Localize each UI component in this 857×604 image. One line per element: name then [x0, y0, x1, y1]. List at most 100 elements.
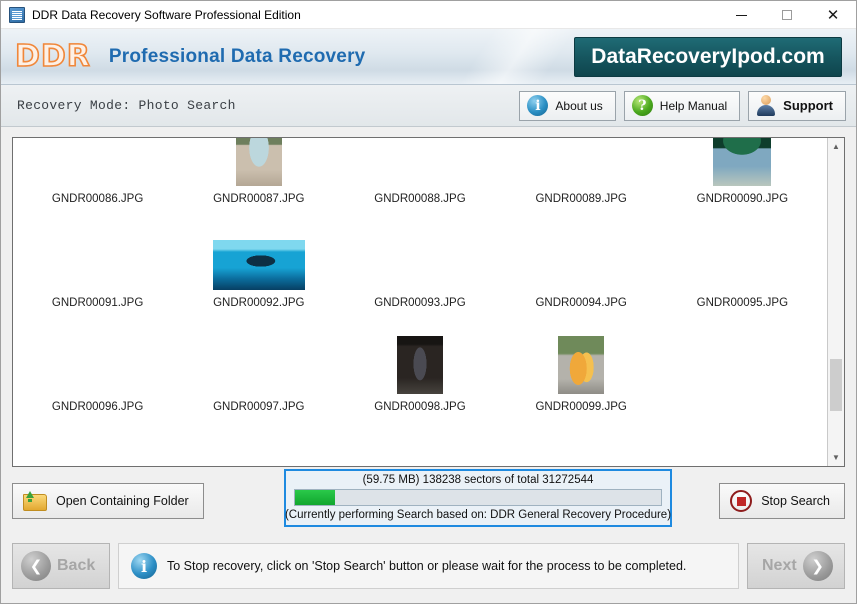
progress-sectors-label: (59.75 MB) 138238 sectors of total 31272… — [362, 474, 594, 486]
file-name: GNDR00099.JPG — [535, 401, 627, 413]
info-icon: i — [131, 553, 157, 579]
search-progress-panel: (59.75 MB) 138238 sectors of total 31272… — [284, 469, 672, 527]
thumbnail-image — [69, 336, 127, 394]
list-item[interactable]: GNDR00090.JPG — [662, 138, 823, 208]
thumbnail-image — [558, 336, 605, 394]
thumbnail-image — [212, 240, 305, 290]
next-button[interactable]: Next ❯ — [747, 543, 845, 589]
stop-icon — [730, 490, 753, 512]
thumbnail-image — [396, 336, 443, 394]
thumbnail-image — [535, 240, 627, 290]
toolbar-buttons: i About us ? Help Manual Support — [519, 90, 846, 121]
chevron-right-icon: ❯ — [802, 551, 833, 581]
list-item[interactable]: GNDR00088.JPG — [339, 138, 500, 208]
support-button[interactable]: Support — [748, 90, 846, 121]
scroll-up-button[interactable]: ▲ — [828, 138, 844, 155]
website-badge[interactable]: DataRecoveryIpod.com — [574, 37, 842, 77]
back-button[interactable]: ❮ Back — [12, 543, 110, 589]
file-name: GNDR00092.JPG — [213, 297, 305, 309]
folder-icon — [23, 491, 47, 511]
list-item[interactable]: GNDR00087.JPG — [178, 138, 339, 208]
thumbnail-image — [374, 240, 466, 290]
chevron-left-icon: ❮ — [21, 551, 51, 581]
file-name: GNDR00097.JPG — [213, 401, 305, 413]
file-name: GNDR00089.JPG — [535, 193, 627, 205]
thumbnail-image — [52, 138, 144, 186]
list-item[interactable]: GNDR00094.JPG — [501, 208, 662, 312]
file-name: GNDR00096.JPG — [51, 401, 144, 413]
maximize-icon — [782, 10, 792, 20]
footer-navigation: ❮ Back i To Stop recovery, click on 'Sto… — [1, 539, 856, 603]
minimize-button[interactable] — [718, 1, 764, 29]
file-name: GNDR00087.JPG — [213, 193, 305, 205]
about-us-label: About us — [555, 98, 603, 113]
action-row: Open Containing Folder (59.75 MB) 138238… — [12, 467, 845, 529]
file-name: GNDR00094.JPG — [535, 297, 627, 309]
scroll-down-button[interactable]: ▼ — [828, 449, 844, 466]
file-name: GNDR00093.JPG — [374, 297, 466, 309]
stop-search-label: Stop Search — [761, 494, 830, 508]
thumbnail-image — [696, 240, 788, 290]
next-label: Next — [762, 557, 797, 574]
app-icon — [9, 6, 25, 23]
about-us-button[interactable]: i About us — [519, 90, 616, 121]
close-icon: ✕ — [826, 5, 840, 24]
list-item[interactable]: GNDR00098.JPG — [339, 312, 500, 416]
title-bar: DDR Data Recovery Software Professional … — [1, 1, 856, 29]
person-icon — [756, 95, 776, 116]
window-controls: ✕ — [718, 1, 856, 29]
brand-header: DDR Professional Data Recovery DataRecov… — [1, 29, 856, 85]
file-name: GNDR00091.JPG — [51, 297, 144, 309]
file-name: GNDR00098.JPG — [374, 401, 466, 413]
window-title: DDR Data Recovery Software Professional … — [32, 7, 301, 22]
progress-bar-fill — [295, 490, 336, 505]
list-item[interactable]: GNDR00089.JPG — [501, 138, 662, 208]
close-button[interactable]: ✕ — [810, 1, 856, 29]
list-item[interactable]: GNDR00097.JPG — [178, 312, 339, 416]
stop-search-wrap: Stop Search — [719, 483, 845, 519]
help-manual-label: Help Manual — [659, 98, 728, 113]
thumbnail-image — [69, 232, 127, 290]
list-item[interactable]: GNDR00093.JPG — [339, 208, 500, 312]
thumbnail-image — [535, 138, 627, 186]
open-containing-folder-button[interactable]: Open Containing Folder — [12, 483, 204, 519]
thumbnail-image — [713, 138, 772, 186]
file-name: GNDR00095.JPG — [696, 297, 789, 309]
back-label: Back — [57, 557, 96, 574]
thumbnail-image — [213, 344, 305, 394]
status-hint-bar: i To Stop recovery, click on 'Stop Searc… — [118, 543, 739, 589]
list-item[interactable]: GNDR00086.JPG — [17, 138, 178, 208]
progress-bar — [294, 489, 662, 506]
help-manual-button[interactable]: ? Help Manual — [623, 90, 741, 121]
thumbnail-grid[interactable]: GNDR00086.JPG GNDR00087.JPG GNDR00088.JP… — [13, 138, 827, 466]
list-item[interactable]: GNDR00096.JPG — [17, 312, 178, 416]
thumbnail-image — [374, 138, 466, 186]
recovery-mode-bar: Recovery Mode: Photo Search i About us ?… — [1, 85, 856, 127]
list-item[interactable]: GNDR00091.JPG — [17, 208, 178, 312]
scrollbar-track[interactable] — [828, 155, 844, 449]
vertical-scrollbar[interactable]: ▲ ▼ — [827, 138, 844, 466]
file-name: GNDR00090.JPG — [696, 193, 789, 205]
info-icon: i — [527, 95, 549, 116]
application-window: DDR Data Recovery Software Professional … — [0, 0, 857, 604]
list-item-empty — [662, 312, 823, 416]
hint-text: To Stop recovery, click on 'Stop Search'… — [167, 559, 687, 573]
open-folder-label: Open Containing Folder — [56, 494, 189, 508]
list-item[interactable]: GNDR00092.JPG — [178, 208, 339, 312]
maximize-button[interactable] — [764, 1, 810, 29]
main-content: GNDR00086.JPG GNDR00087.JPG GNDR00088.JP… — [1, 127, 856, 539]
list-item[interactable]: GNDR00095.JPG — [662, 208, 823, 312]
progress-status-label: (Currently performing Search based on: D… — [284, 509, 672, 521]
ddr-logo: DDR — [14, 38, 91, 75]
brand-title: Professional Data Recovery — [108, 45, 366, 67]
recovered-files-panel: GNDR00086.JPG GNDR00087.JPG GNDR00088.JP… — [12, 137, 845, 467]
list-item[interactable]: GNDR00099.JPG — [501, 312, 662, 416]
recovery-mode-label: Recovery Mode: Photo Search — [17, 98, 236, 113]
scrollbar-thumb[interactable] — [830, 359, 842, 411]
file-name: GNDR00086.JPG — [51, 193, 144, 205]
question-icon: ? — [631, 95, 653, 116]
file-name: GNDR00088.JPG — [374, 193, 466, 205]
thumbnail-image — [235, 138, 282, 186]
stop-search-button[interactable]: Stop Search — [719, 483, 845, 519]
support-label: Support — [783, 98, 833, 113]
